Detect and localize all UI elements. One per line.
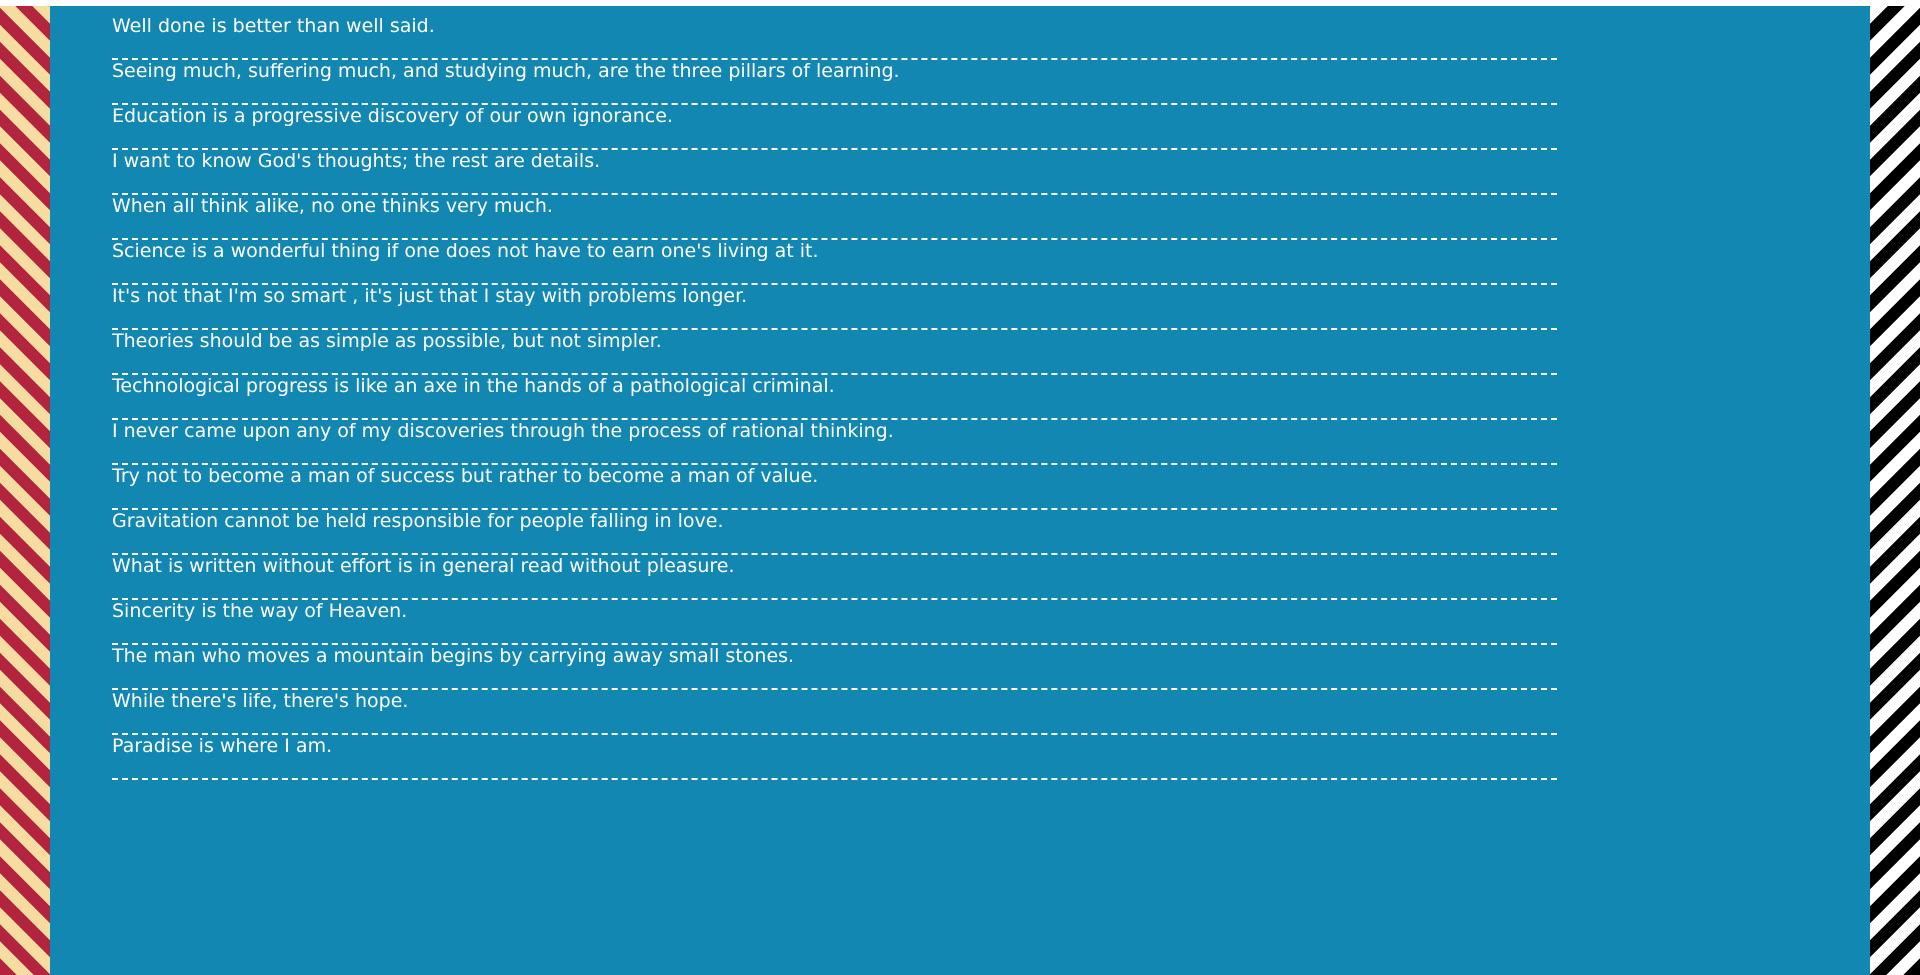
quote-item: The man who moves a mountain begins by c… <box>112 645 1557 690</box>
quote-item: I never came upon any of my discoveries … <box>112 420 1557 465</box>
quote-item: While there's life, there's hope. <box>112 690 1557 735</box>
left-decorative-stripe <box>0 6 50 975</box>
quote-list: Well done is better than well said. Seei… <box>112 15 1557 780</box>
quote-item: Paradise is where I am. <box>112 735 1557 780</box>
quote-item: Science is a wonderful thing if one does… <box>112 240 1557 285</box>
quote-item: Try not to become a man of success but r… <box>112 465 1557 510</box>
quote-item: It's not that I'm so smart , it's just t… <box>112 285 1557 330</box>
quote-item: When all think alike, no one thinks very… <box>112 195 1557 240</box>
quote-item: Education is a progressive discovery of … <box>112 105 1557 150</box>
quote-item: What is written without effort is in gen… <box>112 555 1557 600</box>
quote-item: Technological progress is like an axe in… <box>112 375 1557 420</box>
quote-item: Gravitation cannot be held responsible f… <box>112 510 1557 555</box>
quote-item: Sincerity is the way of Heaven. <box>112 600 1557 645</box>
right-decorative-stripe <box>1870 6 1920 975</box>
quote-item: Theories should be as simple as possible… <box>112 330 1557 375</box>
page-background: Well done is better than well said. Seei… <box>0 6 1920 975</box>
quote-item: I want to know God's thoughts; the rest … <box>112 150 1557 195</box>
quote-item: Well done is better than well said. <box>112 15 1557 60</box>
quote-item: Seeing much, suffering much, and studyin… <box>112 60 1557 105</box>
